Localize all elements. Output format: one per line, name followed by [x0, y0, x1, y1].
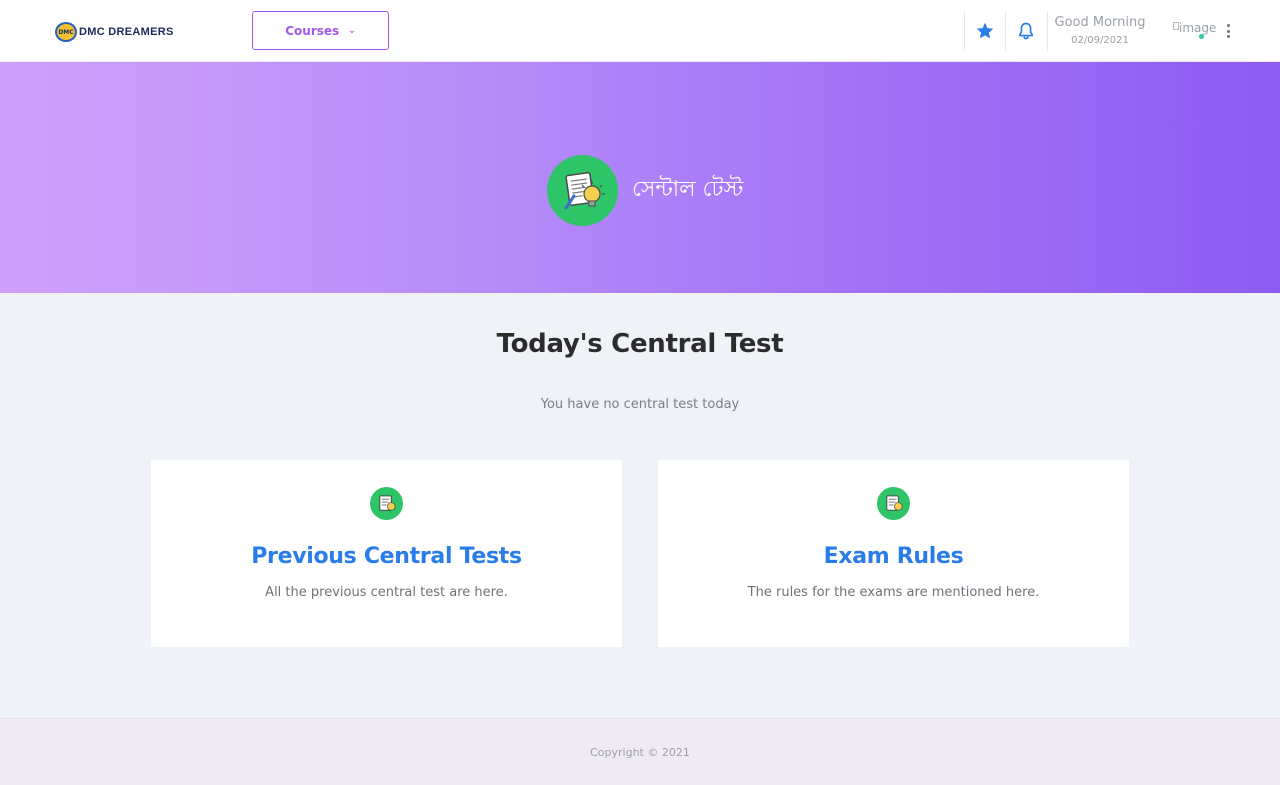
star-icon: [976, 22, 994, 39]
page-title: Today's Central Test: [496, 329, 784, 359]
current-date: 02/09/2021: [1071, 35, 1129, 46]
test-paper-bulb-icon: [547, 155, 618, 226]
divider: [964, 11, 965, 51]
divider: [1005, 11, 1006, 51]
hero-banner: সেন্টাল টেস্ট: [0, 62, 1280, 293]
logo-text: DMC DREAMERS: [79, 26, 174, 38]
broken-image-icon: [1173, 22, 1179, 30]
hero-title: সেন্টাল টেস্ট: [632, 177, 744, 202]
bell-icon: [1019, 22, 1033, 40]
avatar-alt-text: image: [1179, 21, 1217, 35]
logo[interactable]: DMC DMC DREAMERS: [55, 22, 174, 42]
chevron-down-icon: ⌄: [348, 25, 356, 36]
exam-rules-card[interactable]: Exam Rules The rules for the exams are m…: [658, 460, 1129, 647]
card-title[interactable]: Exam Rules: [658, 544, 1129, 569]
top-navbar: DMC DMC DREAMERS Courses ⌄ Good Morning …: [0, 0, 1280, 62]
footer: Copyright © 2021: [0, 718, 1280, 785]
avatar-image: image: [1173, 21, 1216, 35]
test-paper-bulb-icon: [370, 487, 403, 520]
favorite-button[interactable]: [972, 18, 998, 44]
online-status-dot: [1199, 34, 1204, 39]
test-paper-bulb-icon: [877, 487, 910, 520]
courses-label: Courses: [285, 23, 340, 38]
empty-state-message: You have no central test today: [540, 397, 740, 412]
logo-badge: DMC: [55, 22, 77, 42]
divider: [1047, 11, 1048, 51]
greeting-block: Good Morning 02/09/2021: [1054, 15, 1146, 46]
previous-central-tests-card[interactable]: Previous Central Tests All the previous …: [151, 460, 622, 647]
courses-dropdown-button[interactable]: Courses ⌄: [252, 11, 389, 50]
card-description: The rules for the exams are mentioned he…: [747, 585, 1040, 600]
card-title[interactable]: Previous Central Tests: [151, 544, 622, 569]
avatar[interactable]: image: [1173, 18, 1216, 38]
kebab-menu-icon[interactable]: [1222, 22, 1234, 40]
copyright-text: Copyright © 2021: [590, 746, 690, 759]
greeting-text: Good Morning: [1054, 15, 1146, 30]
card-description: All the previous central test are here.: [265, 585, 508, 600]
notifications-button[interactable]: [1013, 18, 1039, 44]
